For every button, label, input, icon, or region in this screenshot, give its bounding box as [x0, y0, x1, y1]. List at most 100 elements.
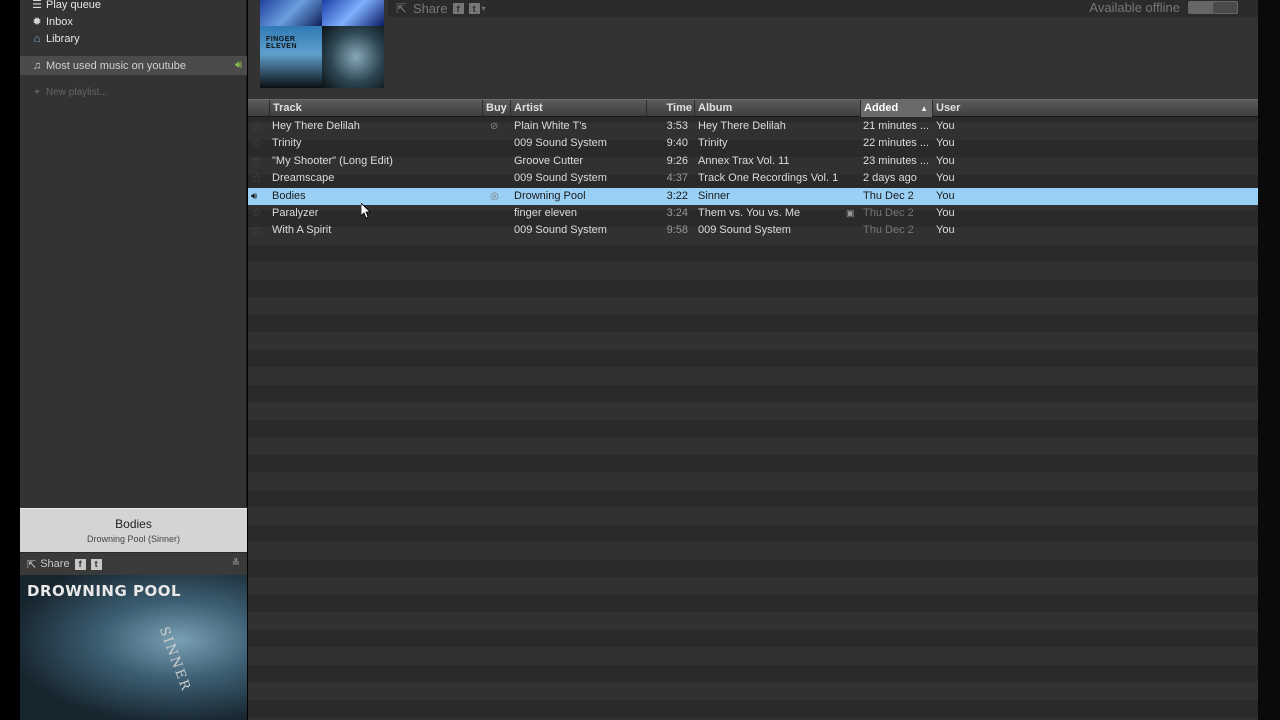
star-icon[interactable]: ☆ [251, 118, 265, 135]
cell-added: Thu Dec 2 [863, 190, 914, 202]
share-icon: ⇱ [396, 0, 407, 16]
column-added[interactable]: Added ▲ [860, 100, 932, 117]
playlist-cover-mosaic: FINGER ELEVEN [260, 0, 384, 88]
sort-ascending-icon: ▲ [920, 104, 928, 113]
collapse-icon[interactable]: ≚ [232, 558, 240, 569]
cell-track: Trinity [272, 137, 302, 149]
chevron-down-icon[interactable]: ▾ [482, 4, 486, 13]
album-art-band: DROWNING POOL [27, 582, 182, 600]
sidebar-item-play-queue[interactable]: ☰ Play queue [20, 0, 247, 13]
cell-album[interactable]: Hey There Delilah [698, 118, 838, 135]
twitter-icon[interactable]: t [90, 558, 102, 570]
cell-time: 9:58 [666, 224, 688, 236]
offline-label: Available offline [1089, 0, 1180, 15]
table-row[interactable]: ☆ Dreamscape 009 Sound System 4:37 Track… [248, 170, 1258, 187]
cell-time: 9:26 [666, 155, 688, 167]
buy-icon[interactable]: ◎ [490, 188, 502, 205]
now-playing-album-art[interactable]: DROWNING POOL SINNER [20, 575, 247, 720]
star-icon[interactable]: ☆ [251, 222, 265, 239]
cell-time: 3:22 [666, 190, 688, 202]
cell-album[interactable]: Sinner [698, 188, 838, 205]
now-playing-title: Bodies [115, 517, 152, 531]
cell-artist[interactable]: Plain White T's [514, 118, 644, 135]
cell-artist[interactable]: 009 Sound System [514, 222, 644, 239]
star-icon[interactable]: ☆ [251, 170, 265, 187]
offline-toggle[interactable] [1188, 1, 1238, 14]
sidebar-item-library[interactable]: ⌂ Library [20, 30, 247, 47]
cell-artist[interactable]: 009 Sound System [514, 170, 644, 187]
speaker-icon: 🔊︎ [235, 59, 242, 71]
sidebar-item-label: Inbox [46, 15, 73, 28]
table-row[interactable]: ☆ Hey There Delilah ⊘ Plain White T's 3:… [248, 118, 1258, 135]
column-added-label: Added [864, 102, 899, 114]
right-margin [1258, 0, 1280, 720]
cell-time: 3:24 [666, 207, 688, 219]
library-icon: ⌂ [33, 32, 41, 45]
column-buy[interactable]: Buy [482, 100, 510, 117]
star-icon[interactable]: ☆ [251, 205, 265, 222]
twitter-icon[interactable]: t [468, 3, 480, 14]
left-margin [0, 0, 20, 720]
table-row-selected[interactable]: 🔊︎ Bodies ◎ Drowning Pool 3:22 Sinner Th… [248, 188, 1258, 205]
cover-tile [322, 26, 384, 88]
table-row[interactable]: ☆ "My Shooter" (Long Edit) Groove Cutter… [248, 153, 1258, 170]
cell-artist[interactable]: Drowning Pool [514, 188, 644, 205]
column-album[interactable]: Album [694, 100, 860, 117]
cover-tile [260, 0, 322, 26]
main-content: FINGER ELEVEN ⇱ Share f t ▾ Available of… [248, 0, 1258, 720]
cell-added: 2 days ago [863, 172, 917, 184]
cell-track: Paralyzer [272, 207, 319, 219]
cell-user: You [936, 207, 955, 219]
column-artist[interactable]: Artist [510, 100, 646, 117]
new-playlist-button[interactable]: + New playlist... [20, 84, 108, 101]
star-icon[interactable]: ☆ [251, 135, 265, 152]
share-icon: ⇱ [27, 558, 37, 571]
header-share-bar: ⇱ Share f t ▾ Available offline [388, 0, 1258, 17]
sidebar-item-inbox[interactable]: ✹ Inbox [20, 13, 247, 30]
column-track[interactable]: Track [269, 100, 482, 117]
mouse-cursor-icon [361, 203, 371, 219]
cell-album[interactable]: Trinity [698, 135, 838, 152]
cell-user: You [936, 155, 955, 167]
now-playing-speaker-icon: 🔊︎ [251, 191, 258, 202]
cell-artist[interactable]: 009 Sound System [514, 135, 644, 152]
cell-album[interactable]: Track One Recordings Vol. 1 [698, 170, 838, 187]
cell-added: 21 minutes ... [863, 120, 930, 132]
new-playlist-label: New playlist... [46, 87, 108, 98]
cell-album[interactable]: Annex Trax Vol. 11 [698, 153, 838, 170]
album-art-title: SINNER [155, 625, 194, 695]
column-time[interactable]: Time [646, 100, 694, 117]
cell-track: Hey There Delilah [272, 120, 360, 132]
table-row[interactable]: ☆ Paralyzer finger eleven 3:24 Them vs. … [248, 205, 1258, 222]
table-row[interactable]: ☆ Trinity 009 Sound System 9:40 Trinity … [248, 135, 1258, 152]
cell-album[interactable]: Them vs. You vs. Me [698, 205, 838, 222]
cell-user: You [936, 172, 955, 184]
cell-added: Thu Dec 2 [863, 224, 914, 236]
sidebar-item-label: Library [46, 32, 80, 45]
sidebar-playlist-active[interactable]: ♫ Most used music on youtube 🔊︎ [20, 56, 247, 75]
cell-artist[interactable]: Groove Cutter [514, 153, 644, 170]
share-button[interactable]: Share [40, 558, 69, 570]
now-playing-panel: Bodies Drowning Pool (Sinner) [20, 508, 247, 552]
column-user[interactable]: User [932, 100, 1258, 117]
star-icon[interactable]: ☆ [251, 153, 265, 170]
queue-icon: ☰ [32, 0, 42, 11]
column-star[interactable] [248, 100, 268, 117]
cell-artist[interactable]: finger eleven [514, 205, 644, 222]
sidebar-item-label: Play queue [46, 0, 102, 11]
header-share-button[interactable]: ⇱ Share f t ▾ [396, 1, 486, 17]
share-label: Share [412, 1, 448, 16]
cell-user: You [936, 224, 955, 236]
cell-time: 9:40 [666, 137, 688, 149]
cell-added: Thu Dec 2 [863, 207, 914, 219]
album-info-icon[interactable]: ▣ [846, 205, 856, 222]
cell-album[interactable]: 009 Sound System [698, 222, 838, 239]
table-row[interactable]: ☆ With A Spirit 009 Sound System 9:58 00… [248, 222, 1258, 239]
facebook-icon[interactable]: f [74, 558, 86, 570]
playlist-header: FINGER ELEVEN ⇱ Share f t ▾ Available of… [248, 0, 1258, 99]
buy-icon[interactable]: ⊘ [490, 118, 502, 135]
facebook-icon[interactable]: f [452, 3, 464, 14]
cell-added: 23 minutes ... [863, 155, 930, 167]
cover-tile: FINGER ELEVEN [260, 26, 322, 88]
music-note-icon: ♫ [32, 59, 42, 72]
